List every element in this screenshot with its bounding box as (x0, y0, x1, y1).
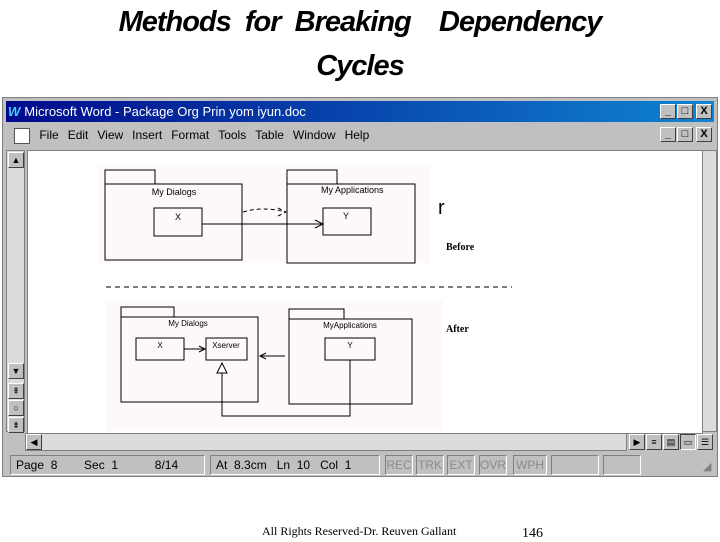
word-icon: W (8, 104, 21, 119)
before-pkg2-label: My Applications (321, 185, 384, 195)
menu-insert[interactable]: Insert (132, 128, 162, 142)
document-area[interactable]: My Dialogs X My Applications Y r Before … (27, 150, 703, 434)
status-position: At 8.3cm Ln 10 Col 1 (210, 455, 380, 475)
wph-indicator[interactable]: WPH (513, 455, 547, 475)
menu-edit[interactable]: Edit (68, 128, 89, 142)
status-spelling (603, 455, 641, 475)
window-title: Microsoft Word - Package Org Prin yom iy… (24, 104, 306, 119)
footer-copyright: All Rights Reserved-Dr. Reuven Gallant (262, 524, 457, 538)
trk-indicator[interactable]: TRK (416, 455, 444, 475)
package-diagram: My Dialogs X My Applications Y r Before … (98, 165, 512, 431)
scroll-down-button[interactable]: ▼ (8, 363, 24, 379)
after-class-y-label: Y (347, 341, 353, 350)
scroll-up-button[interactable]: ▲ (8, 152, 24, 168)
after-class-xserver-label: Xserver (212, 341, 240, 350)
ext-indicator[interactable]: EXT (447, 455, 475, 475)
menu-table[interactable]: Table (255, 128, 284, 142)
maximize-button[interactable]: □ (677, 104, 693, 119)
after-background (106, 301, 443, 431)
menu-view[interactable]: View (97, 128, 123, 142)
close-button[interactable]: X (696, 104, 712, 119)
before-class-x-label: X (175, 212, 181, 222)
slide-title: Methods for Breaking Dependency Cycles (0, 0, 720, 88)
after-pkg1-label: My Dialogs (168, 319, 208, 328)
scroll-right-button[interactable]: ▶ (629, 434, 645, 450)
status-language (551, 455, 599, 475)
title-bar: W Microsoft Word - Package Org Prin yom i… (6, 101, 714, 122)
menu-format[interactable]: Format (171, 128, 209, 142)
minimize-button[interactable]: _ (660, 104, 676, 119)
rec-indicator[interactable]: REC (385, 455, 413, 475)
menu-file[interactable]: File (39, 128, 58, 142)
vertical-scrollbar[interactable] (701, 150, 717, 432)
before-label: Before (446, 242, 475, 253)
normal-view-button[interactable]: ≡ (646, 434, 662, 450)
outline-view-button[interactable]: ☰ (697, 434, 713, 450)
resize-grip-icon[interactable]: ◢ (703, 460, 711, 473)
after-label: After (446, 324, 469, 335)
doc-restore-button[interactable]: □ (677, 127, 693, 142)
status-page: Page 8 Sec 1 8/14 (10, 455, 205, 475)
vertical-ruler: ▲ ▼ ⇞ ○ ⇟ (6, 150, 25, 433)
ovr-indicator[interactable]: OVR (479, 455, 507, 475)
text-cursor: r (438, 197, 445, 219)
title-line-1: Methods for Breaking Dependency (118, 6, 603, 38)
web-layout-button[interactable]: ▤ (663, 434, 679, 450)
horizontal-scrollbar[interactable]: ◀ (25, 433, 627, 451)
before-pkg1-label: My Dialogs (152, 187, 197, 197)
print-layout-button[interactable]: ▭ (680, 434, 696, 450)
scroll-left-button[interactable]: ◀ (26, 434, 42, 450)
document-icon[interactable] (14, 127, 30, 144)
previous-page-button[interactable]: ⇞ (8, 383, 24, 399)
doc-minimize-button[interactable]: _ (660, 127, 676, 142)
next-page-button[interactable]: ⇟ (8, 417, 24, 433)
menu-window[interactable]: Window (293, 128, 336, 142)
after-class-x-label: X (157, 341, 163, 350)
doc-close-button[interactable]: X (696, 127, 712, 142)
menu-tools[interactable]: Tools (218, 128, 246, 142)
menu-help[interactable]: Help (345, 128, 370, 142)
before-background (98, 165, 430, 263)
after-pkg2-label: MyApplications (323, 321, 377, 330)
select-browse-object-button[interactable]: ○ (8, 400, 24, 416)
menu-bar: File Edit View Insert Format Tools Table Window… (6, 124, 714, 146)
title-line-2: Cycles (316, 50, 405, 82)
word-window: W Microsoft Word - Package Org Prin yom i… (2, 97, 718, 477)
before-class-y-label: Y (343, 211, 349, 221)
